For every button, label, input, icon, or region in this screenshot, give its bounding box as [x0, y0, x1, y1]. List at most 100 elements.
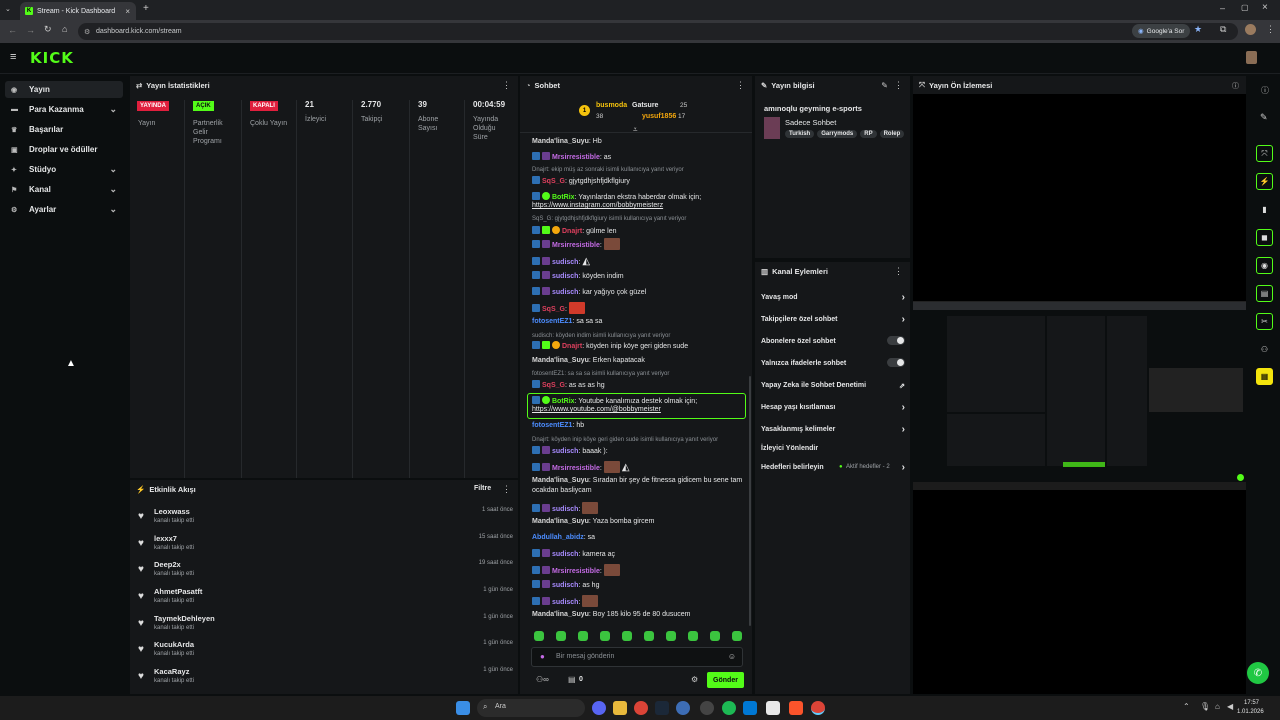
feed-item[interactable]: ♥ Deep2x kanalı takip etti 19 saat önce: [138, 560, 513, 586]
brave-icon[interactable]: [789, 701, 803, 715]
chat-username[interactable]: Mrsirresistible: [552, 568, 600, 575]
chat-username[interactable]: Mrsirresistible: [552, 154, 600, 161]
chat-username[interactable]: SqS_G: [542, 306, 565, 313]
bookmark-star-icon[interactable]: ★: [1194, 24, 1202, 35]
vscode-icon[interactable]: [743, 701, 757, 715]
discord-icon[interactable]: [592, 701, 606, 715]
feed-username[interactable]: TaymekDehleyen: [154, 614, 215, 623]
send-button[interactable]: Gönder: [707, 672, 744, 688]
infinity-icon[interactable]: ⚇∞: [536, 675, 549, 684]
feed-item[interactable]: ♥ AhmetPasatft kanalı takip etti 1 gün önce: [138, 587, 513, 613]
pencil-icon[interactable]: ✎: [1260, 112, 1268, 123]
feed-item[interactable]: ♥ Leoxwass kanalı takip etti 1 saat önce: [138, 507, 513, 533]
chat-username[interactable]: sudisch: [552, 599, 578, 606]
channel-action-item[interactable]: Yapay Zeka ile Sohbet Denetimi ⇗: [761, 382, 905, 390]
emote-icon[interactable]: [600, 631, 610, 641]
tool-button-5[interactable]: ◉: [1256, 257, 1273, 274]
reload-icon[interactable]: ↻: [44, 24, 52, 35]
notion-icon[interactable]: [766, 701, 780, 715]
chat-scrollbar[interactable]: [749, 376, 751, 626]
chat-username[interactable]: Manda'lina_Suyu: [532, 357, 589, 364]
tool-button-8[interactable]: ⚇: [1256, 341, 1273, 358]
chat-username[interactable]: sudisch: [552, 259, 578, 266]
app-icon-1[interactable]: [676, 701, 690, 715]
stream-tag[interactable]: RP: [860, 130, 877, 138]
emote-icon[interactable]: [556, 631, 566, 641]
feed-item[interactable]: ♥ TaymekDehleyen kanalı takip etti 1 gün ön…: [138, 614, 513, 640]
chat-menu-icon[interactable]: ⋮: [736, 80, 745, 91]
chat-username[interactable]: Dnajrt: [562, 343, 582, 350]
back-icon[interactable]: ←: [8, 25, 17, 35]
tool-button-3[interactable]: ▮: [1256, 201, 1273, 218]
stream-tag[interactable]: Turkish: [785, 130, 815, 138]
channel-action-item[interactable]: Takipçilere özel sohbet ›: [761, 314, 905, 325]
windows-start-icon[interactable]: [456, 701, 470, 715]
close-window-icon[interactable]: ×: [1262, 2, 1268, 13]
info-icon[interactable]: ⓘ: [1232, 81, 1239, 91]
feed-username[interactable]: Leoxwass: [154, 507, 190, 516]
feed-username[interactable]: AhmetPasatft: [154, 587, 202, 596]
preview-video[interactable]: [913, 301, 1246, 490]
microphone-icon[interactable]: 🎙: [1200, 702, 1210, 711]
emote-icon[interactable]: [578, 631, 588, 641]
hamburger-menu-icon[interactable]: ≡: [10, 51, 16, 63]
browser-menu-icon[interactable]: ⋮: [1266, 24, 1275, 35]
mic-icon[interactable]: ●: [540, 652, 545, 661]
tool-button-4[interactable]: ◼: [1256, 229, 1273, 246]
user-avatar[interactable]: [1246, 51, 1257, 64]
steam-icon[interactable]: [655, 701, 669, 715]
minimize-icon[interactable]: –: [1220, 3, 1225, 13]
emoji-icon[interactable]: ☺: [728, 652, 736, 661]
tray-chevron-icon[interactable]: ⌃: [1183, 702, 1190, 711]
forward-icon[interactable]: →: [26, 25, 35, 35]
chat-username[interactable]: Abdullah_abidz: [532, 534, 584, 541]
taskbar-search[interactable]: ⌕ Ara: [477, 699, 585, 717]
leader-name[interactable]: busmoda: [596, 102, 627, 109]
tool-button-9[interactable]: ▦: [1256, 368, 1273, 385]
channel-action-item[interactable]: Hesap yaşı kısıtlaması ›: [761, 402, 905, 413]
network-icon[interactable]: ⌂: [1215, 702, 1220, 711]
filter-button[interactable]: Filtre: [474, 485, 491, 492]
chat-settings-icon[interactable]: ⚙: [691, 675, 698, 684]
home-icon[interactable]: ⌂: [62, 24, 67, 34]
sidebar-item-kanal[interactable]: ⚑ Kanal ⌄: [5, 181, 123, 198]
emote-icon[interactable]: [644, 631, 654, 641]
chat-username[interactable]: sudisch: [552, 506, 578, 513]
sidebar-item-studyo[interactable]: ✦ Stüdyo ⌄: [5, 161, 123, 178]
channel-action-item[interactable]: Yasaklanmış kelimeler ›: [761, 424, 905, 435]
toggle-switch[interactable]: [887, 336, 905, 345]
extensions-icon[interactable]: ⧉: [1220, 24, 1226, 35]
browser-tab[interactable]: K Stream - Kick Dashboard ×: [20, 2, 136, 20]
feed-item[interactable]: ♥ lexxx7 kanalı takip etti 15 saat önce: [138, 534, 513, 560]
tab-list-icon[interactable]: ⌄: [5, 5, 11, 13]
tool-button-1[interactable]: ⤧: [1256, 145, 1273, 162]
chat-username[interactable]: BotRix: [552, 194, 575, 201]
stream-tag[interactable]: Garrymods: [817, 130, 858, 138]
edit-icon[interactable]: ✎: [881, 81, 888, 90]
chat-username[interactable]: SqS_G: [542, 178, 565, 185]
chat-username[interactable]: sudisch: [552, 582, 578, 589]
chat-username[interactable]: Dnajrt: [562, 228, 582, 235]
chat-input[interactable]: ● Bir mesaj gönderin ☺: [531, 647, 743, 667]
tool-button-6[interactable]: ▤: [1256, 285, 1273, 302]
chat-username[interactable]: sudisch: [552, 551, 578, 558]
info-icon[interactable]: ⓘ: [1261, 85, 1269, 96]
volume-icon[interactable]: ◀: [1227, 702, 1233, 711]
spotify-icon[interactable]: [722, 701, 736, 715]
sidebar-item-para-kazanma[interactable]: ▬ Para Kazanma ⌄: [5, 101, 123, 118]
feed-username[interactable]: lexxx7: [154, 534, 177, 543]
chat-username[interactable]: Manda'lina_Suyu: [532, 138, 589, 145]
chat-username[interactable]: Mrsirresistible: [552, 465, 600, 472]
chat-username[interactable]: sudisch: [552, 273, 578, 280]
sidebar-item-yayin[interactable]: ◉ Yayın: [5, 81, 123, 98]
channel-action-item[interactable]: İzleyici Yönlendir: [761, 445, 905, 452]
feed-username[interactable]: KucukArda: [154, 640, 194, 649]
sidebar-item-basarilar[interactable]: ♛ Başarılar: [5, 121, 123, 138]
chat-username[interactable]: Manda'lina_Suyu: [532, 611, 589, 618]
clock-time[interactable]: 17:57: [1244, 700, 1259, 706]
emote-icon[interactable]: [622, 631, 632, 641]
chat-username[interactable]: sudisch: [552, 289, 578, 296]
site-info-icon[interactable]: ⚙: [84, 28, 90, 36]
feed-username[interactable]: Deep2x: [154, 560, 181, 569]
chat-username[interactable]: sudisch: [552, 448, 578, 455]
